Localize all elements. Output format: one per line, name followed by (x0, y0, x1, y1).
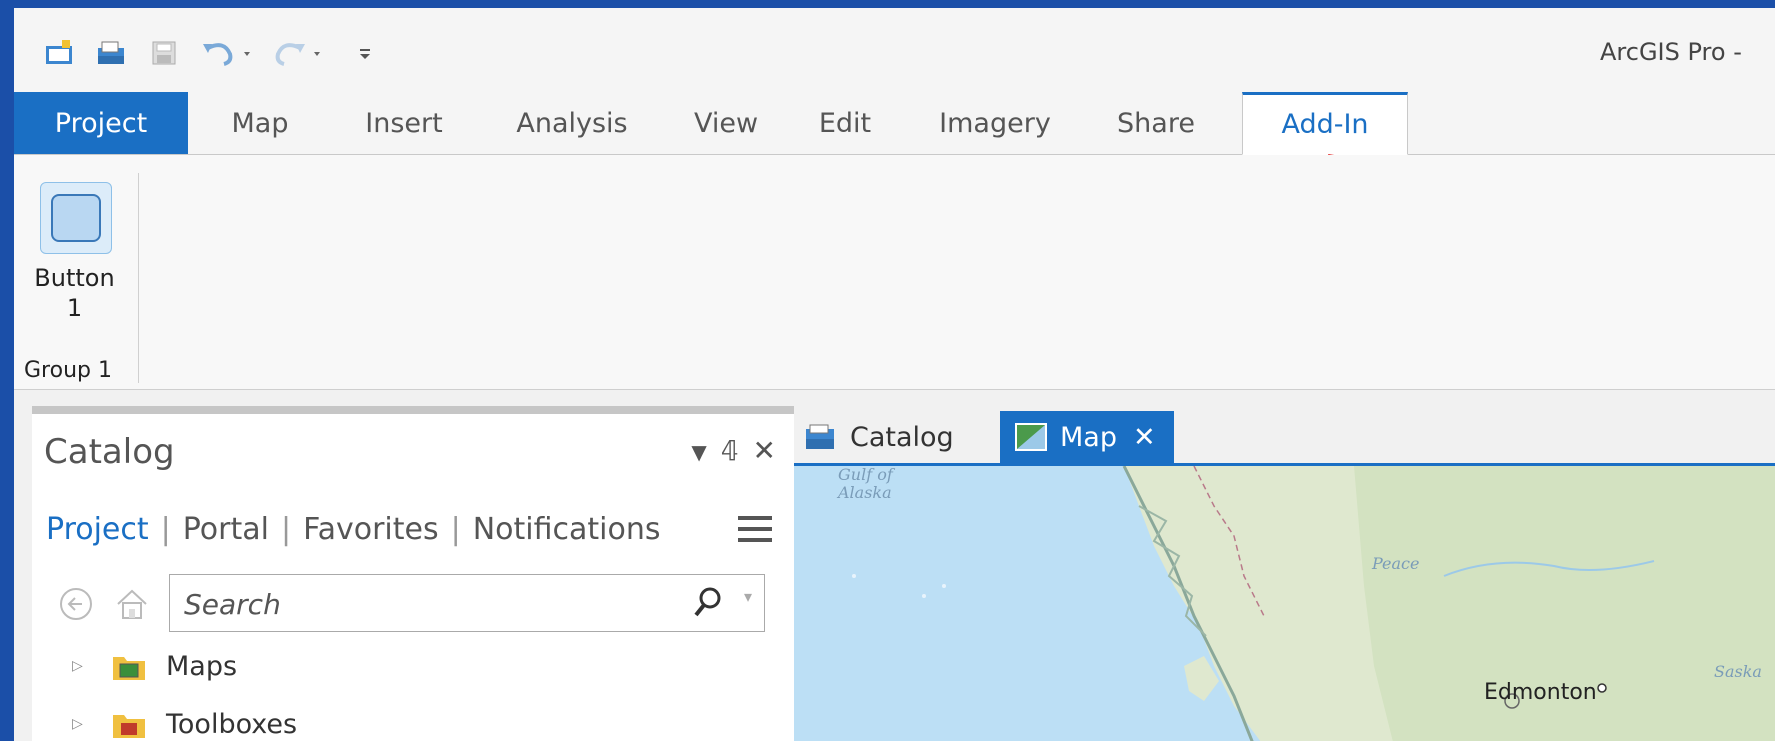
expand-icon[interactable]: ▷ (72, 716, 96, 732)
catalog-pane-title: Catalog (44, 432, 175, 472)
catalog-search-box[interactable]: ▾ (169, 574, 765, 632)
close-icon[interactable]: ✕ (753, 434, 776, 467)
group-1-label: Group 1 (24, 358, 112, 383)
group-separator (138, 173, 139, 383)
catalog-pane: Catalog ▼ 𝟜 ✕ Project | Portal | Favorit… (32, 406, 794, 741)
new-project-icon[interactable] (44, 38, 76, 68)
tree-item-label: Maps (166, 650, 238, 682)
undo-icon[interactable] (200, 38, 260, 68)
tree-item-toolboxes[interactable]: ▷ Toolboxes (72, 704, 297, 741)
close-tab-icon[interactable]: ✕ (1133, 422, 1156, 453)
catalog-tab-favorites[interactable]: Favorites (303, 512, 439, 547)
map-icon (1015, 423, 1047, 451)
view-tab-map[interactable]: Map ✕ (1000, 411, 1174, 463)
ribbon-panel: Button 1 Group 1 (14, 155, 1775, 390)
expand-icon[interactable]: ▷ (72, 658, 96, 674)
tab-insert[interactable]: Insert (344, 92, 464, 154)
map-label-peace: Peace (1372, 554, 1420, 573)
map-view[interactable]: Gulf of Alaska Peace Edmonton Saska (794, 466, 1775, 741)
button-1-label: Button 1 (34, 264, 115, 322)
tab-divider: | (160, 512, 171, 547)
title-bar: ArcGIS Pro - (14, 8, 1775, 94)
search-input[interactable] (182, 583, 656, 625)
home-icon[interactable] (112, 584, 152, 624)
maps-folder-icon (112, 653, 146, 680)
view-tab-catalog[interactable]: Catalog (804, 411, 954, 463)
tab-imagery[interactable]: Imagery (920, 92, 1070, 154)
catalog-tabs: Project | Portal | Favorites | Notificat… (46, 512, 660, 547)
toolboxes-folder-icon (112, 711, 146, 738)
customize-toolbar-icon[interactable] (350, 38, 380, 68)
open-project-icon[interactable] (96, 38, 128, 68)
catalog-tab-project[interactable]: Project (46, 512, 149, 547)
search-dropdown-icon[interactable]: ▾ (744, 587, 752, 606)
map-label-sask: Saska (1714, 662, 1762, 681)
button-1-icon (51, 194, 101, 242)
map-label-city: Edmonton (1484, 680, 1597, 705)
pane-options-chevron-icon[interactable]: ▼ (691, 440, 706, 467)
tab-analysis[interactable]: Analysis (492, 92, 652, 154)
catalog-icon (806, 424, 834, 449)
pin-icon[interactable]: 𝟜 (721, 434, 739, 467)
tab-edit[interactable]: Edit (800, 92, 890, 154)
catalog-tab-notifications[interactable]: Notifications (473, 512, 661, 547)
tab-project[interactable]: Project (14, 92, 188, 154)
ribbon-tab-bar: Project Map Insert Analysis View Edit Im… (14, 92, 1775, 155)
button-1[interactable] (40, 182, 112, 254)
map-label-gulf: Gulf of Alaska (838, 466, 893, 502)
pane-controls: ▼ 𝟜 ✕ (691, 434, 776, 467)
save-project-icon[interactable] (148, 38, 180, 68)
view-tab-bar: Catalog Map ✕ (794, 403, 1775, 466)
tab-divider: | (280, 512, 292, 547)
window-title: ArcGIS Pro - (1600, 38, 1742, 66)
search-icon[interactable] (692, 585, 724, 625)
tree-item-label: Toolboxes (166, 708, 298, 740)
view-tab-label: Catalog (850, 421, 954, 453)
catalog-tab-portal[interactable]: Portal (183, 512, 269, 547)
back-icon[interactable] (56, 584, 96, 624)
hamburger-menu-icon[interactable] (738, 516, 772, 549)
tab-map[interactable]: Map (214, 92, 306, 154)
view-tab-label: Map (1060, 421, 1117, 453)
map-basemap (794, 466, 1775, 741)
tab-add-in[interactable]: Add-In (1242, 92, 1408, 155)
tab-share[interactable]: Share (1096, 92, 1216, 154)
tab-view[interactable]: View (678, 92, 774, 154)
redo-icon[interactable] (270, 38, 330, 68)
arcgis-window: ArcGIS Pro - Project Map Insert Analysis… (14, 8, 1775, 741)
tree-item-maps[interactable]: ▷ Maps (72, 646, 237, 686)
tab-divider: | (450, 512, 461, 547)
